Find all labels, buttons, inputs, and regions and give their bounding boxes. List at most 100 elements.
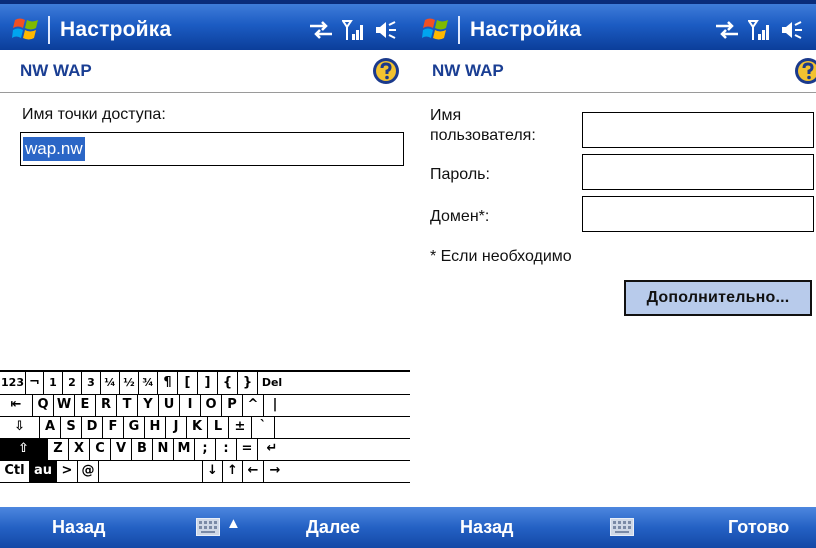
key-k[interactable]: K xyxy=(187,416,208,438)
domain-input[interactable] xyxy=(582,196,814,232)
key-at[interactable]: @ xyxy=(78,460,99,482)
username-input[interactable] xyxy=(582,112,814,148)
help-icon[interactable] xyxy=(372,57,400,85)
keyboard-icon[interactable] xyxy=(610,518,634,536)
next-button[interactable]: Далее xyxy=(306,517,360,538)
key-caret[interactable]: ^ xyxy=(243,394,264,416)
connection-name: NW WAP xyxy=(432,61,504,80)
key-enter[interactable]: ↵ xyxy=(258,438,286,460)
key-greater[interactable]: > xyxy=(57,460,78,482)
key-shift[interactable]: ⇧ xyxy=(0,438,48,460)
key-i[interactable]: I xyxy=(180,394,201,416)
key-n[interactable]: N xyxy=(153,438,174,460)
key-j[interactable]: J xyxy=(166,416,187,438)
signal-icon[interactable] xyxy=(342,18,366,42)
key-123[interactable]: 123 xyxy=(0,372,26,394)
windows-flag-icon[interactable] xyxy=(422,16,450,42)
username-label-line2: пользователя: xyxy=(430,127,536,144)
key-x[interactable]: X xyxy=(69,438,90,460)
key-caps[interactable]: ⇩ xyxy=(0,416,40,438)
left-screen: Настройка NW WAP Имя точки доступа: wap.… xyxy=(0,0,410,548)
key-o[interactable]: O xyxy=(201,394,222,416)
menu-bar: Назад Готово xyxy=(410,507,816,548)
key-s[interactable]: S xyxy=(61,416,82,438)
key-1[interactable]: 1 xyxy=(44,372,63,394)
key-d[interactable]: D xyxy=(82,416,103,438)
key-e[interactable]: E xyxy=(75,394,96,416)
key-y[interactable]: Y xyxy=(138,394,159,416)
help-icon[interactable] xyxy=(794,57,816,85)
title-bar: Настройка xyxy=(410,0,816,50)
key-three-quarters[interactable]: ¾ xyxy=(139,372,158,394)
keyboard-icon[interactable] xyxy=(196,518,220,536)
key-down[interactable]: ↓ xyxy=(203,460,223,482)
title-text: Настройка xyxy=(60,18,172,41)
access-point-input[interactable]: wap.nw xyxy=(20,132,404,166)
key-w[interactable]: W xyxy=(54,394,75,416)
advanced-button[interactable]: Дополнительно... xyxy=(624,280,812,316)
key-tab[interactable]: ⇤ xyxy=(0,394,33,416)
key-h[interactable]: H xyxy=(145,416,166,438)
password-input[interactable] xyxy=(582,154,814,190)
status-icons xyxy=(308,18,398,42)
volume-icon[interactable] xyxy=(374,19,398,41)
header-row: NW WAP xyxy=(410,50,816,93)
key-p[interactable]: P xyxy=(222,394,243,416)
title-text: Настройка xyxy=(470,18,582,41)
key-c[interactable]: C xyxy=(90,438,111,460)
connection-name: NW WAP xyxy=(20,61,92,80)
key-ctl[interactable]: Ctl xyxy=(0,460,30,482)
key-plus-minus[interactable]: ± xyxy=(229,416,252,438)
menu-bar: Назад ▲ Далее xyxy=(0,507,410,548)
title-separator xyxy=(48,16,50,44)
key-b[interactable]: B xyxy=(132,438,153,460)
key-q[interactable]: Q xyxy=(33,394,54,416)
key-f[interactable]: F xyxy=(103,416,124,438)
key-g[interactable]: G xyxy=(124,416,145,438)
sip-arrow-icon[interactable]: ▲ xyxy=(226,515,241,532)
key-right-bracket[interactable]: ] xyxy=(198,372,218,394)
key-u[interactable]: U xyxy=(159,394,180,416)
key-semicolon[interactable]: ; xyxy=(195,438,216,460)
volume-icon[interactable] xyxy=(780,19,804,41)
key-left-bracket[interactable]: [ xyxy=(178,372,198,394)
password-label: Пароль: xyxy=(430,166,490,183)
key-right-brace[interactable]: } xyxy=(238,372,258,394)
signal-icon[interactable] xyxy=(748,18,772,42)
keyboard-row-4: ⇧ Z X C V B N M ; : = ↵ xyxy=(0,438,410,461)
connectivity-icon[interactable] xyxy=(714,20,740,40)
key-au[interactable]: au xyxy=(30,460,57,482)
key-l[interactable]: L xyxy=(208,416,229,438)
back-button[interactable]: Назад xyxy=(52,517,105,538)
title-separator xyxy=(458,16,460,44)
key-del[interactable]: Del xyxy=(258,372,286,394)
key-t[interactable]: T xyxy=(117,394,138,416)
key-m[interactable]: M xyxy=(174,438,195,460)
key-equals[interactable]: = xyxy=(237,438,258,460)
key-r[interactable]: R xyxy=(96,394,117,416)
keyboard-row-3: ⇩ A S D F G H J K L ± ` xyxy=(0,416,410,439)
footnote-text: * Если необходимо xyxy=(430,248,572,265)
key-left[interactable]: ← xyxy=(243,460,264,482)
key-3[interactable]: 3 xyxy=(82,372,101,394)
done-button[interactable]: Готово xyxy=(728,517,789,538)
key-colon[interactable]: : xyxy=(216,438,237,460)
key-a[interactable]: A xyxy=(40,416,61,438)
key-quarter[interactable]: ¼ xyxy=(101,372,120,394)
key-v[interactable]: V xyxy=(111,438,132,460)
key-2[interactable]: 2 xyxy=(63,372,82,394)
key-z[interactable]: Z xyxy=(48,438,69,460)
windows-flag-icon[interactable] xyxy=(12,16,40,42)
key-pilcrow[interactable]: ¶ xyxy=(158,372,178,394)
key-left-brace[interactable]: { xyxy=(218,372,238,394)
key-half[interactable]: ½ xyxy=(120,372,139,394)
key-space[interactable] xyxy=(99,460,203,482)
key-up[interactable]: ↑ xyxy=(223,460,243,482)
key-not[interactable]: ¬ xyxy=(26,372,44,394)
connectivity-icon[interactable] xyxy=(308,20,334,40)
key-right[interactable]: → xyxy=(264,460,286,482)
key-backtick[interactable]: ` xyxy=(252,416,275,438)
key-pipe[interactable]: | xyxy=(264,394,286,416)
keyboard-row-2: ⇤ Q W E R T Y U I O P ^ | xyxy=(0,394,410,417)
back-button[interactable]: Назад xyxy=(460,517,513,538)
